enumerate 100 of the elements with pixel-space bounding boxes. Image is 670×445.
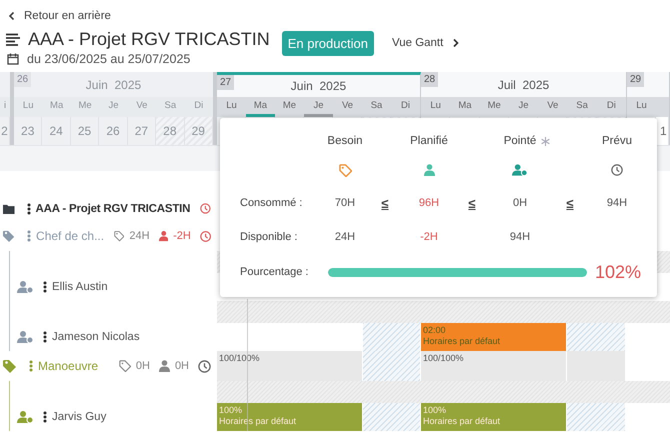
day-label: Me bbox=[78, 100, 92, 111]
day-label: Sa bbox=[370, 100, 382, 111]
need-hours: 0H bbox=[136, 360, 150, 372]
drag-handle-icon[interactable] bbox=[43, 411, 47, 423]
month-label: Juin 2025 bbox=[86, 78, 142, 92]
tag-icon bbox=[114, 230, 124, 242]
clock-icon bbox=[611, 164, 623, 176]
row-label: Consommé : bbox=[240, 197, 302, 209]
hours-value: 0H bbox=[512, 197, 528, 209]
menu-icon[interactable] bbox=[6, 32, 20, 46]
person-gear-icon bbox=[512, 164, 528, 176]
drag-handle-icon[interactable] bbox=[29, 360, 33, 372]
date-label: 28 bbox=[163, 124, 177, 138]
capacity-cell: 100/100% bbox=[421, 351, 567, 381]
date-label: 1 bbox=[660, 124, 667, 138]
day-label: Ve bbox=[342, 100, 354, 111]
date-label: 27 bbox=[134, 124, 148, 138]
week-number: 29 bbox=[627, 72, 644, 87]
clock-icon[interactable] bbox=[200, 230, 211, 242]
week-number: 26 bbox=[14, 72, 32, 87]
hours-value: 94H bbox=[606, 197, 628, 209]
date-label: 2 bbox=[1, 124, 8, 138]
hours-value: 70H bbox=[334, 197, 356, 209]
weekend-cell bbox=[567, 323, 626, 351]
day-label: Sa bbox=[164, 100, 176, 111]
column-header: Besoin bbox=[327, 135, 363, 147]
hours-value: 94H bbox=[510, 231, 530, 243]
column-header: Prévu bbox=[602, 135, 632, 147]
day-label: Ma bbox=[50, 100, 64, 111]
day-label: Di bbox=[606, 100, 616, 111]
role-name: Manoeuvre bbox=[38, 359, 98, 373]
schedule-bar[interactable]: 100% Horaires par défaut bbox=[421, 403, 567, 431]
project-title: AAA - Projet RGV TRICASTIN bbox=[28, 28, 270, 50]
drag-handle-icon[interactable] bbox=[27, 230, 32, 242]
back-link[interactable]: Retour en arrière bbox=[6, 10, 111, 22]
date-range: du 23/06/2025 au 25/07/2025 bbox=[27, 52, 190, 66]
date-label: 26 bbox=[106, 124, 120, 138]
planned-hours: -2H bbox=[173, 230, 191, 242]
view-link[interactable]: Vue Gantt bbox=[392, 37, 460, 49]
day-label: Lu bbox=[430, 100, 441, 111]
row-label: Disponible : bbox=[240, 231, 298, 243]
day-label: Ve bbox=[547, 100, 558, 111]
tag-icon bbox=[118, 360, 131, 372]
day-label: Sa bbox=[576, 100, 588, 111]
hours-value: 24H bbox=[334, 231, 356, 243]
day-label: Je bbox=[313, 100, 324, 111]
tag-icon bbox=[338, 164, 352, 176]
day-label: Je bbox=[108, 100, 119, 111]
person-name: Ellis Austin bbox=[52, 281, 108, 293]
day-label: Ma bbox=[254, 100, 268, 111]
date-label: 24 bbox=[49, 124, 63, 138]
row-label: Pourcentage : bbox=[240, 266, 310, 278]
column-header: Pointé bbox=[504, 135, 536, 147]
weekend-cell bbox=[567, 403, 626, 431]
less-or-equal-sign: ≤ bbox=[468, 196, 476, 210]
snowflake-icon bbox=[541, 136, 550, 146]
day-label: Di bbox=[401, 100, 410, 111]
percentage-value: 102% bbox=[595, 262, 642, 282]
weekend-cell bbox=[363, 403, 421, 431]
role-name: Chef de ch... bbox=[36, 229, 104, 243]
schedule-bar[interactable]: 02:00 Horaires par défaut bbox=[421, 323, 567, 351]
weekend-cell bbox=[363, 323, 421, 351]
day-label: Lu bbox=[636, 100, 647, 111]
day-label: Ma bbox=[458, 100, 472, 111]
clock-icon[interactable] bbox=[198, 360, 211, 372]
month-label: Juil 2025 bbox=[498, 78, 550, 92]
planned-hours: 0H bbox=[174, 360, 189, 372]
day-label: Lu bbox=[22, 100, 34, 111]
capacity-cell bbox=[567, 351, 626, 381]
month-label: Juin 2025 bbox=[290, 79, 346, 93]
capacity-cell: 100/100% bbox=[217, 351, 363, 381]
hours-value: -2H bbox=[420, 231, 438, 243]
column-header: Planifié bbox=[410, 135, 448, 147]
less-or-equal-sign: ≤ bbox=[381, 196, 389, 210]
day-label: Di bbox=[194, 100, 204, 111]
weekend-cell bbox=[363, 351, 421, 381]
week-number: 28 bbox=[421, 72, 438, 87]
project-name: AAA - Projet RGV TRICASTIN bbox=[36, 202, 190, 214]
status-badge: En production bbox=[282, 30, 374, 56]
drag-handle-icon[interactable] bbox=[26, 202, 31, 214]
day-label: Me bbox=[488, 100, 501, 111]
week-number: 27 bbox=[217, 75, 234, 90]
day-label: Je bbox=[518, 100, 529, 111]
date-label: 29 bbox=[192, 124, 205, 138]
chevron-right-icon bbox=[452, 38, 460, 48]
clock-icon[interactable] bbox=[200, 202, 211, 215]
day-label: Me bbox=[282, 100, 296, 111]
date-label: 25 bbox=[78, 124, 92, 138]
person-icon bbox=[424, 164, 434, 176]
person-name: Jameson Nicolas bbox=[52, 331, 140, 343]
day-label: Lu bbox=[226, 100, 237, 111]
drag-handle-icon[interactable] bbox=[43, 331, 47, 343]
drag-handle-icon[interactable] bbox=[43, 281, 47, 293]
calendar-icon bbox=[7, 53, 19, 65]
day-label: Ve bbox=[136, 100, 148, 111]
less-or-equal-sign: ≤ bbox=[566, 196, 574, 210]
day-label: i bbox=[4, 100, 6, 111]
date-label: 23 bbox=[21, 124, 34, 138]
person-name: Jarvis Guy bbox=[52, 411, 106, 423]
hours-value: 96H bbox=[418, 197, 440, 209]
